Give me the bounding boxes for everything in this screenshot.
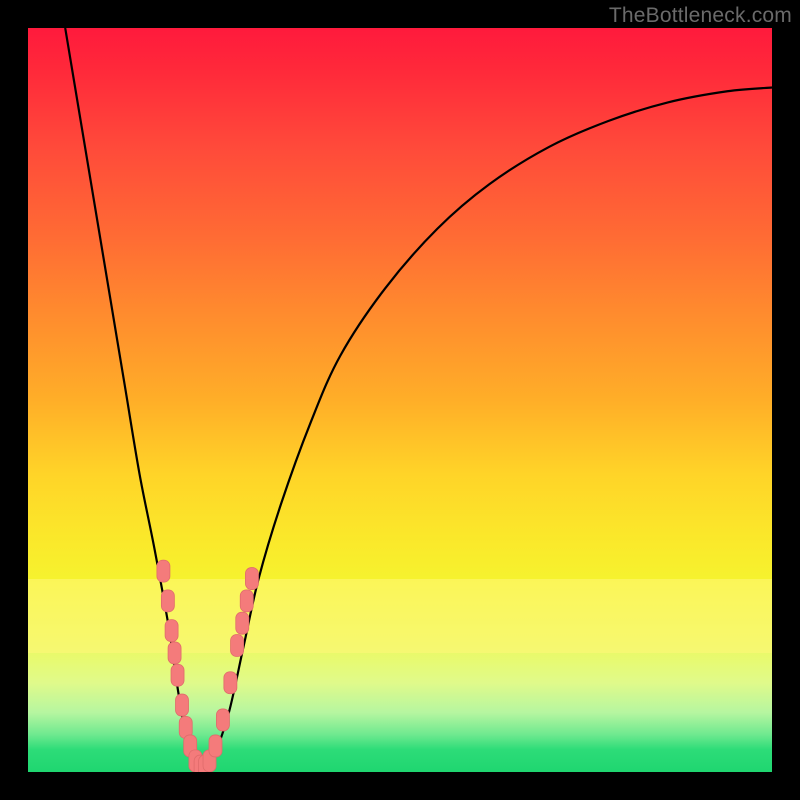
marker-pill bbox=[224, 672, 237, 694]
plot-area bbox=[28, 28, 772, 772]
marker-pill bbox=[236, 612, 249, 634]
marker-pill bbox=[231, 635, 244, 657]
marker-group bbox=[157, 560, 259, 772]
marker-pill bbox=[171, 664, 184, 686]
marker-pill bbox=[168, 642, 181, 664]
marker-pill bbox=[245, 568, 258, 590]
marker-pill bbox=[216, 709, 229, 731]
chart-stage: TheBottleneck.com bbox=[0, 0, 800, 800]
marker-pill bbox=[157, 560, 170, 582]
marker-pill bbox=[176, 694, 189, 716]
marker-pill bbox=[240, 590, 253, 612]
curve-layer bbox=[28, 28, 772, 772]
marker-pill bbox=[165, 620, 178, 642]
marker-pill bbox=[161, 590, 174, 612]
watermark-text: TheBottleneck.com bbox=[609, 4, 792, 28]
marker-pill bbox=[209, 735, 222, 757]
